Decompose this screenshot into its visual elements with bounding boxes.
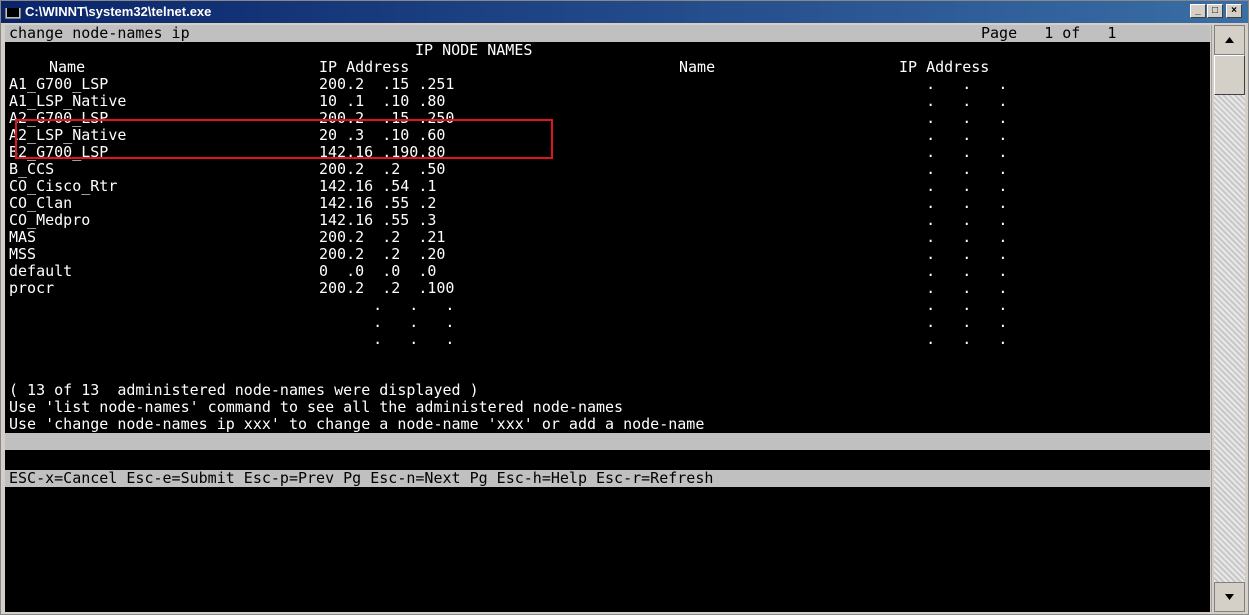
node-name-cell[interactable]: default bbox=[9, 263, 72, 280]
window-title: C:\WINNT\system32\telnet.exe bbox=[25, 4, 212, 19]
ip-address-cell[interactable]: 200.2 .2 .21 bbox=[319, 229, 445, 246]
command-text: change node-names ip bbox=[9, 25, 190, 42]
ip-address-cell[interactable]: . . . bbox=[319, 331, 454, 348]
node-name-cell[interactable]: B_CCS bbox=[9, 161, 54, 178]
ip-address-cell-right[interactable]: . . . bbox=[899, 212, 1007, 229]
ip-address-cell-right[interactable]: . . . bbox=[899, 229, 1007, 246]
ip-address-cell-right[interactable]: . . . bbox=[899, 161, 1007, 178]
node-name-cell[interactable]: CO_Medpro bbox=[9, 212, 90, 229]
ip-address-cell-right[interactable]: . . . bbox=[899, 246, 1007, 263]
ip-address-cell[interactable]: 10 .1 .10 .80 bbox=[319, 93, 445, 110]
maximize-button[interactable]: □ bbox=[1207, 4, 1223, 18]
minimize-button[interactable]: _ bbox=[1190, 4, 1206, 18]
page-indicator: Page 1 of 1 bbox=[981, 25, 1117, 42]
footer-keys: ESC-x=Cancel Esc-e=Submit Esc-p=Prev Pg … bbox=[9, 469, 714, 487]
ip-address-cell[interactable]: 200.2 .2 .20 bbox=[319, 246, 445, 263]
arrow-up-icon bbox=[1225, 37, 1234, 43]
scroll-up-button[interactable] bbox=[1214, 25, 1245, 55]
ip-address-cell-right[interactable]: . . . bbox=[899, 76, 1007, 93]
console-icon bbox=[5, 5, 21, 19]
ip-address-cell[interactable]: 200.2 .2 .50 bbox=[319, 161, 445, 178]
ip-address-cell-right[interactable]: . . . bbox=[899, 297, 1007, 314]
col-header-ip-left: IP Address bbox=[319, 58, 410, 76]
ip-address-cell-right[interactable]: . . . bbox=[899, 280, 1007, 297]
ip-address-cell-right[interactable]: . . . bbox=[899, 195, 1007, 212]
status-line-change: Use 'change node-names ip xxx' to change… bbox=[9, 415, 705, 433]
ip-address-cell-right[interactable]: . . . bbox=[899, 127, 1007, 144]
ip-address-cell[interactable]: . . . bbox=[319, 314, 454, 331]
ip-address-cell-right[interactable]: . . . bbox=[899, 110, 1007, 127]
vertical-scrollbar[interactable] bbox=[1211, 25, 1247, 612]
ip-address-cell-right[interactable]: . . . bbox=[899, 178, 1007, 195]
node-name-cell[interactable]: A1_LSP_Native bbox=[9, 93, 126, 110]
node-name-cell[interactable]: CO_Clan bbox=[9, 195, 72, 212]
command-bar: change node-names ip Page 1 of 1 bbox=[5, 25, 1210, 42]
ip-address-cell-right[interactable]: . . . bbox=[899, 314, 1007, 331]
title-bar[interactable]: C:\WINNT\system32\telnet.exe _ □ × bbox=[1, 1, 1248, 23]
col-header-name-right: Name bbox=[679, 58, 716, 76]
ip-address-cell[interactable]: 142.16 .55 .2 bbox=[319, 195, 436, 212]
scroll-thumb[interactable] bbox=[1214, 55, 1245, 95]
highlight-box bbox=[15, 119, 553, 159]
ip-address-cell[interactable]: 142.16 .55 .3 bbox=[319, 212, 436, 229]
console-area[interactable]: change node-names ip Page 1 of 1 IP NODE… bbox=[5, 25, 1210, 612]
ip-address-cell-right[interactable]: . . . bbox=[899, 144, 1007, 161]
node-name-cell[interactable]: MSS bbox=[9, 246, 36, 263]
col-header-name-left: Name bbox=[49, 58, 86, 76]
footer-bar: ESC-x=Cancel Esc-e=Submit Esc-p=Prev Pg … bbox=[5, 470, 1210, 487]
ip-address-cell[interactable]: 142.16 .54 .1 bbox=[319, 178, 436, 195]
ip-address-cell[interactable]: 0 .0 .0 .0 bbox=[319, 263, 436, 280]
ip-address-cell[interactable]: . . . bbox=[319, 297, 454, 314]
ip-address-cell[interactable]: 200.2 .2 .100 bbox=[319, 280, 454, 297]
ip-address-cell-right[interactable]: . . . bbox=[899, 93, 1007, 110]
ip-address-cell-right[interactable]: . . . bbox=[899, 263, 1007, 280]
col-header-ip-right: IP Address bbox=[899, 58, 990, 76]
status-line-count: ( 13 of 13 administered node-names were … bbox=[9, 381, 479, 399]
status-line-list: Use 'list node-names' command to see all… bbox=[9, 398, 624, 416]
close-button[interactable]: × bbox=[1226, 4, 1242, 18]
scroll-track[interactable] bbox=[1214, 55, 1245, 582]
node-name-cell[interactable]: CO_Cisco_Rtr bbox=[9, 178, 117, 195]
telnet-window: C:\WINNT\system32\telnet.exe _ □ × chang… bbox=[0, 0, 1249, 615]
scroll-down-button[interactable] bbox=[1214, 582, 1245, 612]
node-name-cell[interactable]: A1_G700_LSP bbox=[9, 76, 108, 93]
message-bar bbox=[5, 433, 1210, 450]
ip-address-cell[interactable]: 200.2 .15 .251 bbox=[319, 76, 454, 93]
node-name-cell[interactable]: MAS bbox=[9, 229, 36, 246]
node-name-cell[interactable]: procr bbox=[9, 280, 54, 297]
arrow-down-icon bbox=[1225, 594, 1234, 600]
ip-address-cell-right[interactable]: . . . bbox=[899, 331, 1007, 348]
page-heading: IP NODE NAMES bbox=[415, 41, 533, 59]
